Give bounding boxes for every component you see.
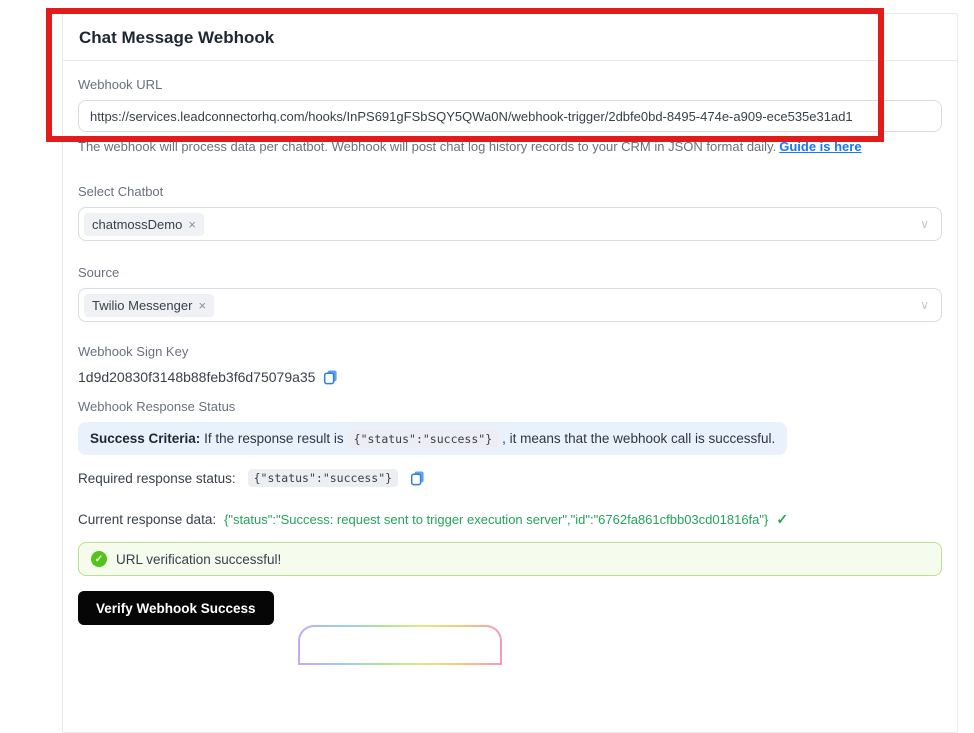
source-select[interactable]: Twilio Messenger × ∨: [78, 288, 942, 322]
webhook-url-label: Webhook URL: [78, 77, 163, 92]
chevron-down-icon: ∨: [920, 217, 929, 231]
response-status-label: Webhook Response Status: [78, 399, 236, 414]
alert-message: URL verification successful!: [116, 551, 282, 567]
verification-success-alert: ✓ URL verification successful!: [78, 542, 942, 576]
verify-webhook-button[interactable]: Verify Webhook Success: [78, 591, 274, 625]
check-circle-icon: ✓: [91, 551, 107, 567]
page-title: Chat Message Webhook: [79, 28, 275, 47]
rainbow-border-inner: [300, 627, 500, 663]
success-criteria-post: , it means that the webhook call is succ…: [502, 431, 776, 446]
chevron-down-icon: ∨: [920, 298, 929, 312]
webhook-settings-card: Chat Message Webhook Webhook URL The web…: [62, 13, 958, 733]
chatbot-select[interactable]: chatmossDemo × ∨: [78, 207, 942, 241]
required-status-label: Required response status:: [78, 470, 236, 486]
sign-key-label: Webhook Sign Key: [78, 344, 189, 359]
required-status-row: Required response status: {"status":"suc…: [78, 469, 942, 487]
remove-tag-icon[interactable]: ×: [198, 299, 206, 312]
webhook-help-copy: The webhook will process data per chatbo…: [78, 139, 777, 154]
required-status-code: {"status":"success"}: [247, 469, 399, 487]
source-tag-label: Twilio Messenger: [92, 297, 193, 313]
success-criteria-title: Success Criteria:: [90, 431, 201, 446]
card-header: Chat Message Webhook: [63, 14, 957, 61]
copy-icon[interactable]: [410, 470, 425, 486]
success-criteria-code: {"status":"success"}: [347, 430, 499, 448]
success-criteria-box: Success Criteria: If the response result…: [78, 422, 788, 455]
card-body: Webhook URL The webhook will process dat…: [63, 61, 957, 641]
rainbow-border-widget: [298, 625, 502, 665]
current-response-value: {"status":"Success: request sent to trig…: [224, 512, 769, 527]
source-tag: Twilio Messenger ×: [84, 293, 215, 317]
current-response-label: Current response data:: [78, 512, 217, 527]
current-response-row: Current response data: {"status":"Succes…: [78, 511, 942, 528]
copy-icon[interactable]: [323, 369, 338, 385]
sign-key-row: 1d9d20830f3148b88feb3f6d75079a35: [78, 369, 942, 385]
select-chatbot-label: Select Chatbot: [78, 184, 164, 199]
chatbot-tag-label: chatmossDemo: [92, 216, 183, 232]
sign-key-value: 1d9d20830f3148b88feb3f6d75079a35: [78, 369, 316, 385]
source-label: Source: [78, 265, 120, 280]
chatbot-tag: chatmossDemo ×: [84, 212, 204, 236]
success-criteria-pre: If the response result is: [200, 431, 344, 446]
webhook-url-input[interactable]: [78, 100, 942, 132]
remove-tag-icon[interactable]: ×: [188, 218, 196, 231]
guide-link[interactable]: Guide is here: [779, 139, 861, 154]
webhook-help-text: The webhook will process data per chatbo…: [78, 139, 942, 154]
success-check-icon: ✓: [776, 511, 789, 527]
